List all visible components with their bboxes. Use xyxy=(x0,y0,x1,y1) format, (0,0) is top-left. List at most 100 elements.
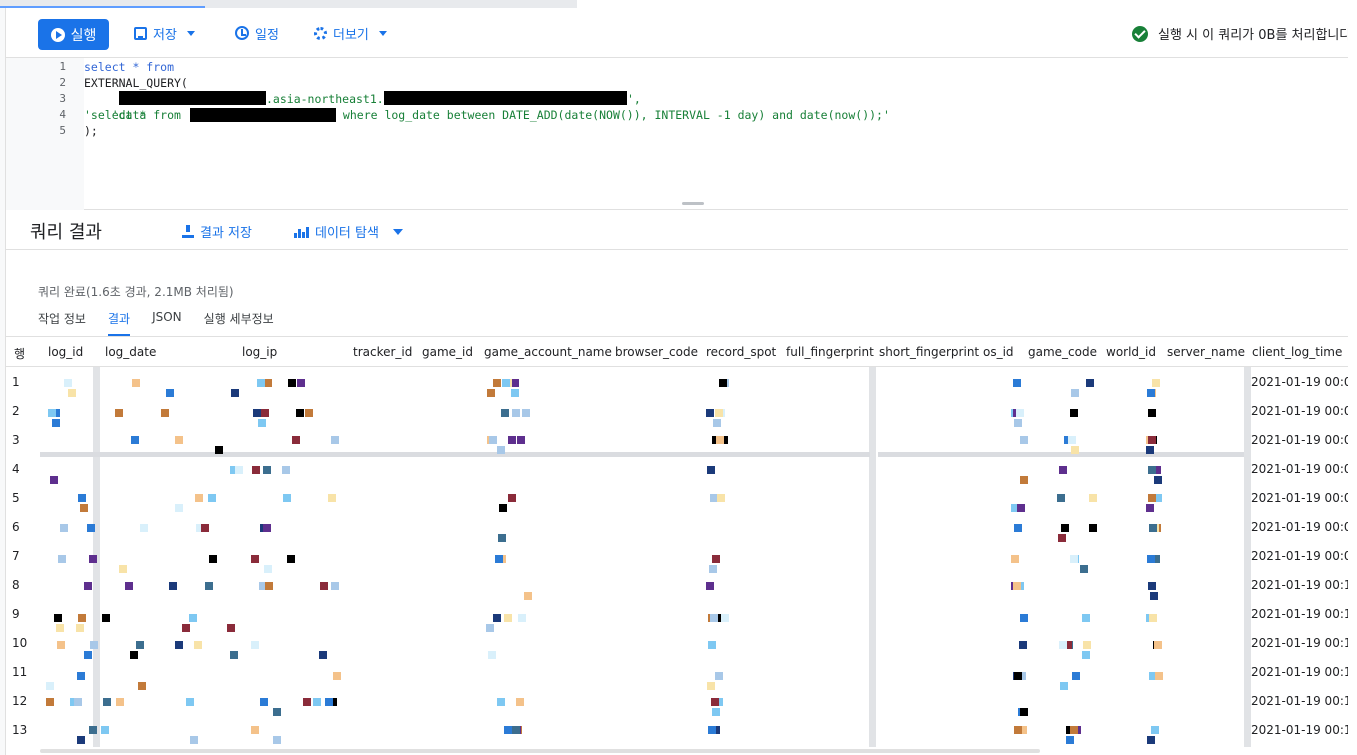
save-results-button[interactable]: 결과 저장 xyxy=(182,222,252,241)
obscured-cell-pixel xyxy=(1151,726,1159,734)
obscured-cell-pixel xyxy=(495,555,503,563)
column-header[interactable]: client_log_time xyxy=(1252,345,1342,359)
line-number: 3 xyxy=(59,92,66,105)
client-log-time-cell[interactable]: 2021-01-19 00:16: xyxy=(1251,694,1357,708)
obscured-cell-pixel xyxy=(1082,651,1090,659)
column-header[interactable]: log_date xyxy=(105,345,156,359)
column-header[interactable]: game_id xyxy=(422,345,473,359)
schedule-button[interactable]: 일정 xyxy=(235,22,279,44)
obscured-cell-pixel xyxy=(522,409,530,417)
row-number: 2 xyxy=(12,404,20,418)
more-button[interactable]: 더보기 xyxy=(314,22,387,44)
obscured-cell-pixel xyxy=(707,682,715,690)
obscured-cell-pixel xyxy=(287,555,295,563)
tab-results[interactable]: 결과 xyxy=(107,310,131,336)
obscured-cell-pixel xyxy=(46,682,54,690)
client-log-time-cell[interactable]: 2021-01-19 00:04:3 xyxy=(1251,433,1357,447)
obscured-cell-pixel xyxy=(1070,409,1078,417)
obscured-cell-pixel xyxy=(710,614,718,622)
obscured-cell-pixel xyxy=(175,641,183,649)
obscured-cell-pixel xyxy=(1017,504,1025,512)
column-header[interactable]: server_name xyxy=(1167,345,1245,359)
column-header[interactable]: browser_code xyxy=(615,345,698,359)
line-number: 4 xyxy=(59,108,66,121)
results-header: 쿼리 결과 결과 저장 데이터 탐색 xyxy=(6,210,1357,250)
query-validator-status: 실행 시 이 쿼리가 0B를 처리합니다 xyxy=(1132,24,1351,43)
save-button[interactable]: 저장 xyxy=(134,22,195,44)
column-header[interactable]: log_id xyxy=(48,345,83,359)
tab-job-info[interactable]: 작업 정보 xyxy=(38,310,86,336)
column-header[interactable]: short_fingerprint xyxy=(879,345,979,359)
column-header[interactable]: full_fingerprint xyxy=(786,345,874,359)
client-log-time-cell[interactable]: 2021-01-19 00:05:1 xyxy=(1251,462,1357,476)
obscured-cell-pixel xyxy=(89,555,97,563)
client-log-time-cell[interactable]: 2021-01-19 00:07:1 xyxy=(1251,491,1357,505)
gear-icon xyxy=(314,26,327,40)
client-log-time-cell[interactable]: 2021-01-19 00:11:1 xyxy=(1251,578,1357,592)
obscured-cell-pixel xyxy=(1060,682,1068,690)
run-button[interactable]: 실행 xyxy=(38,19,109,50)
obscured-cell-pixel xyxy=(251,555,259,563)
obscured-cell-pixel xyxy=(504,726,512,734)
obscured-cell-pixel xyxy=(264,565,272,573)
sql-editor[interactable]: 1 2 3 4 5 select * from EXTERNAL_QUERY( … xyxy=(6,58,1357,210)
tab-execution-details[interactable]: 실행 세부정보 xyxy=(204,310,274,336)
resize-handle[interactable] xyxy=(682,202,704,205)
column-header[interactable]: tracker_id xyxy=(353,345,412,359)
download-icon xyxy=(182,225,194,238)
client-log-time-cell[interactable]: 2021-01-19 00:03:1 xyxy=(1251,375,1357,389)
column-header[interactable]: record_spot xyxy=(706,345,776,359)
obscured-cell-pixel xyxy=(1154,476,1162,484)
obscured-cell-pixel xyxy=(1071,446,1079,454)
tab-json[interactable]: JSON xyxy=(152,310,182,336)
client-log-time-cell[interactable]: 2021-01-19 00:13:( xyxy=(1251,636,1357,650)
obscured-cell-pixel xyxy=(1070,555,1078,563)
obscured-cell-pixel xyxy=(1020,476,1028,484)
obscured-cell-pixel xyxy=(512,409,520,417)
column-header[interactable]: game_account_name xyxy=(484,345,612,359)
client-log-time-cell[interactable]: 2021-01-19 00:03:: xyxy=(1251,404,1357,418)
row-number: 3 xyxy=(12,433,20,447)
client-log-time-cell[interactable]: 2021-01-19 00:09:1 xyxy=(1251,549,1357,563)
client-log-time-cell[interactable]: 2021-01-19 00:16:4 xyxy=(1251,723,1357,737)
client-log-time-cell[interactable]: 2021-01-19 00:13:( xyxy=(1251,607,1357,621)
obscured-cell-pixel xyxy=(230,651,238,659)
obscured-cell-pixel xyxy=(209,555,217,563)
secondary-tab[interactable] xyxy=(205,0,577,8)
obscured-cell-pixel xyxy=(215,446,223,454)
client-log-time-cell[interactable]: 2021-01-19 00:08:1 xyxy=(1251,520,1357,534)
horizontal-scrollbar[interactable] xyxy=(40,749,1040,753)
obscured-cell-pixel xyxy=(708,641,716,649)
column-header[interactable]: log_ip xyxy=(242,345,277,359)
row-number: 8 xyxy=(12,578,20,592)
obscured-cell-pixel xyxy=(292,436,300,444)
obscured-cell-pixel xyxy=(711,698,719,706)
editor-tab[interactable] xyxy=(0,0,205,8)
column-header[interactable]: world_id xyxy=(1106,345,1156,359)
obscured-cell-pixel xyxy=(57,641,65,649)
obscured-cell-pixel xyxy=(1148,582,1156,590)
obscured-cell-pixel xyxy=(1147,555,1155,563)
obscured-cell-pixel xyxy=(706,582,714,590)
obscured-cell-pixel xyxy=(54,614,62,622)
obscured-cell-pixel xyxy=(175,504,183,512)
obscured-cell-pixel xyxy=(1080,565,1088,573)
obscured-cell-pixel xyxy=(512,726,520,734)
explore-data-button[interactable]: 데이터 탐색 xyxy=(294,222,403,241)
obscured-cell-pixel xyxy=(78,494,86,502)
obscured-cell-pixel xyxy=(265,582,273,590)
column-header[interactable]: os_id xyxy=(983,345,1014,359)
obscured-cell-pixel xyxy=(48,409,56,417)
client-log-time-cell[interactable]: 2021-01-19 00:14: xyxy=(1251,665,1357,679)
column-header[interactable]: game_code xyxy=(1028,345,1097,359)
obscured-cell-pixel xyxy=(264,379,272,387)
results-tabs: 작업 정보 결과 JSON 실행 세부정보 xyxy=(38,310,296,336)
obscured-cell-pixel xyxy=(273,736,281,744)
obscured-cell-pixel xyxy=(101,726,109,734)
obscured-cell-pixel xyxy=(1155,672,1163,680)
obscured-cell-pixel xyxy=(46,698,54,706)
row-number: 12 xyxy=(12,694,28,708)
column-resize-bar[interactable] xyxy=(1244,367,1251,747)
code-line-5: ); xyxy=(84,124,98,138)
column-resize-bar[interactable] xyxy=(869,367,876,747)
